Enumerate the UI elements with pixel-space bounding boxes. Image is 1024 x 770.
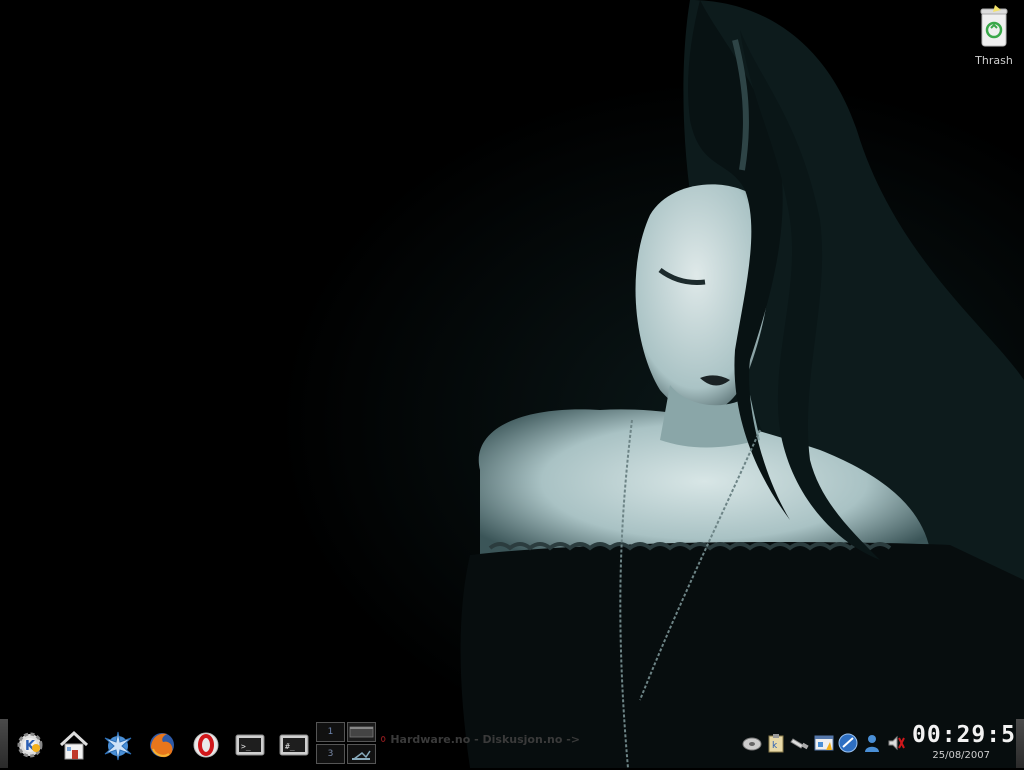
tray-disk[interactable]: [742, 733, 762, 753]
disk-icon: [742, 737, 762, 751]
desktop-icon-trash[interactable]: Thrash: [968, 4, 1020, 67]
firefox-icon: [150, 733, 174, 758]
terminal-button[interactable]: >_: [232, 727, 268, 763]
taskbar: K >_ #_ 1 3 Hardware.no - Diskusjon.no -…: [0, 719, 1024, 768]
opera-button[interactable]: [188, 727, 224, 763]
kde-menu-icon: K: [17, 732, 43, 758]
konqueror-button[interactable]: [100, 727, 136, 763]
svg-text:#_: #_: [285, 742, 295, 751]
task-label: Hardware.no - Diskusjon.no ->: [390, 732, 580, 746]
home-folder-icon: [59, 730, 89, 760]
desktop-wallpaper: [0, 0, 1024, 768]
panel-hide-left-button[interactable]: [0, 719, 8, 768]
opera-task-icon: [380, 736, 386, 742]
home-folder-button[interactable]: [56, 727, 92, 763]
svg-text:k: k: [772, 741, 778, 751]
volume-icon: [888, 735, 905, 751]
window-thumbnail-icon: [349, 726, 374, 738]
tray-messenger[interactable]: [862, 733, 882, 753]
konqueror-icon: [104, 731, 132, 761]
pager-desktop-1[interactable]: 1: [316, 722, 345, 742]
trash-icon: [980, 5, 1008, 47]
svg-text:>_: >_: [241, 742, 251, 751]
window-thumbnail-icon: [352, 750, 371, 760]
tray-update[interactable]: [814, 733, 834, 753]
tray-volume[interactable]: [886, 733, 906, 753]
desktop-icon-label: Thrash: [975, 54, 1013, 67]
pager-desktop-label: 1: [327, 727, 334, 737]
network-icon: [838, 733, 858, 753]
clock-date: 25/08/2007: [932, 750, 990, 761]
pager-desktop-2[interactable]: [347, 722, 376, 742]
firefox-button[interactable]: [144, 727, 180, 763]
tray-network[interactable]: [838, 733, 858, 753]
wallpaper-image: [0, 0, 1024, 768]
root-terminal-icon: #_: [279, 734, 309, 756]
messenger-icon: [865, 735, 879, 752]
pager-desktop-4[interactable]: [347, 744, 376, 764]
pager-desktop-label: 3: [327, 749, 334, 759]
tray-usb[interactable]: [790, 733, 810, 753]
terminal-icon: >_: [235, 734, 265, 756]
klipper-icon: k: [768, 734, 784, 753]
root-terminal-button[interactable]: #_: [276, 727, 312, 763]
opera-icon: [193, 732, 219, 758]
desktop-pager: 1 3: [316, 722, 378, 766]
clock-time: 00:29:57: [912, 722, 1024, 748]
update-icon: [814, 735, 834, 751]
panel-hide-right-button[interactable]: [1016, 719, 1024, 768]
taskbar-task-button[interactable]: Hardware.no - Diskusjon.no ->: [380, 724, 580, 754]
usb-icon: [790, 738, 809, 750]
tray-klipper[interactable]: k: [766, 733, 786, 753]
pager-desktop-3[interactable]: 3: [316, 744, 345, 764]
kde-menu-button[interactable]: K: [12, 727, 48, 763]
digital-clock[interactable]: 00:29:57 25/08/2007: [912, 720, 1024, 766]
